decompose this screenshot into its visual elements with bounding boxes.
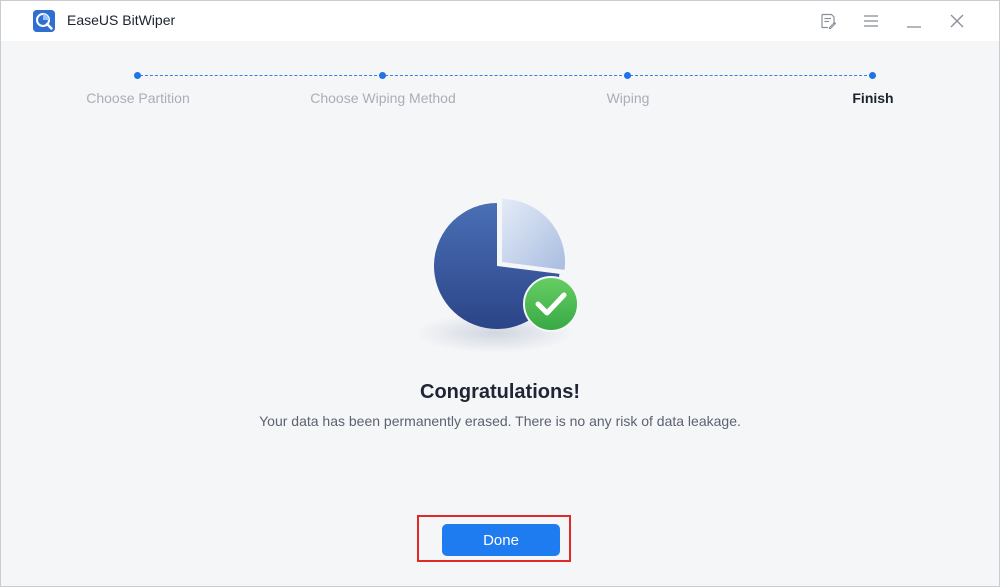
bitwiper-logo-icon: [33, 10, 55, 32]
step-dot-choose-partition: [134, 72, 141, 79]
minimize-icon: [907, 26, 921, 28]
result-message: Your data has been permanently erased. T…: [259, 413, 741, 429]
step-label-choose-wiping-method: Choose Wiping Method: [310, 90, 456, 106]
pie-chart-check-icon: [409, 191, 589, 361]
progress-stepper: Choose Partition Choose Wiping Method Wi…: [1, 61, 999, 111]
step-dot-choose-wiping-method: [379, 72, 386, 79]
menu-icon: [864, 15, 878, 27]
app-window: EaseUS BitWiper Choose Partition Choose …: [0, 0, 1000, 587]
minimize-button[interactable]: [901, 9, 927, 33]
step-label-choose-partition: Choose Partition: [86, 90, 190, 106]
feedback-icon: [821, 13, 836, 29]
done-button[interactable]: Done: [442, 524, 560, 556]
step-label-wiping: Wiping: [606, 90, 650, 106]
close-button[interactable]: [944, 9, 970, 33]
step-connector: [385, 75, 627, 76]
close-icon: [950, 14, 964, 28]
step-connector: [630, 75, 872, 76]
title-bar: EaseUS BitWiper: [1, 1, 999, 41]
feedback-button[interactable]: [815, 9, 841, 33]
step-dot-finish: [869, 72, 876, 79]
step-connector: [140, 75, 382, 76]
menu-button[interactable]: [858, 9, 884, 33]
result-title: Congratulations!: [420, 381, 580, 403]
step-label-finish: Finish: [852, 90, 894, 106]
step-dot-wiping: [624, 72, 631, 79]
app-title: EaseUS BitWiper: [67, 12, 176, 28]
